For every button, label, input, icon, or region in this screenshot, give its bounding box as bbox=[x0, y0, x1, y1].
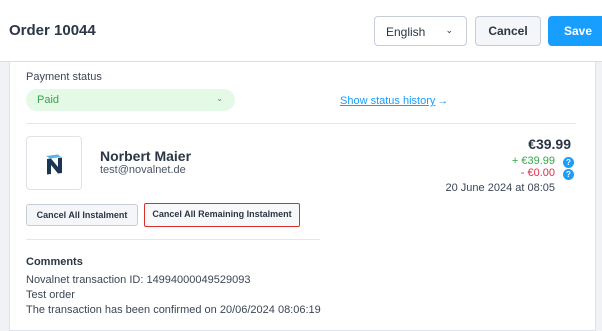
page-title: Order 10044 bbox=[9, 22, 96, 39]
divider bbox=[26, 123, 576, 124]
comment-line: Novalnet transaction ID: 149940000495290… bbox=[26, 274, 251, 286]
language-select[interactable]: English ⌄ bbox=[374, 16, 467, 46]
order-card: Payment status Paid ⌄ Show status histor… bbox=[9, 62, 596, 331]
customer-name: Norbert Maier bbox=[100, 148, 192, 164]
cancel-remaining-instalment-button[interactable]: Cancel All Remaining Instalment bbox=[144, 203, 300, 227]
amount-refunded: - €0.00 bbox=[520, 167, 555, 179]
payment-status-label: Payment status bbox=[26, 71, 102, 83]
payment-status-value: Paid bbox=[37, 94, 60, 106]
save-button[interactable]: Save bbox=[548, 16, 602, 46]
help-icon[interactable]: ? bbox=[563, 169, 574, 180]
chevron-down-icon: ⌄ bbox=[445, 25, 453, 35]
order-date: 20 June 2024 at 08:05 bbox=[445, 182, 555, 194]
chevron-down-icon: ⌄ bbox=[216, 94, 223, 103]
top-bar: Order 10044 English ⌄ Cancel Save bbox=[0, 0, 602, 62]
payment-status-select[interactable]: Paid ⌄ bbox=[26, 89, 235, 111]
order-total: €39.99 bbox=[528, 136, 571, 152]
language-select-value: English bbox=[386, 25, 426, 39]
novalnet-logo-icon bbox=[46, 154, 62, 175]
comments-heading: Comments bbox=[26, 256, 83, 268]
status-history-link-label: Show status history bbox=[340, 95, 436, 107]
divider bbox=[26, 239, 320, 240]
amount-paid: + €39.99 bbox=[511, 155, 555, 167]
arrow-right-icon: → bbox=[437, 95, 449, 107]
customer-avatar bbox=[26, 136, 82, 190]
cancel-button[interactable]: Cancel bbox=[475, 16, 541, 46]
comment-line: The transaction has been confirmed on 20… bbox=[26, 304, 321, 316]
status-history-link[interactable]: Show status history → bbox=[340, 95, 448, 107]
comment-line: Test order bbox=[26, 289, 75, 301]
customer-email: test@novalnet.de bbox=[100, 164, 186, 176]
help-icon[interactable]: ? bbox=[563, 157, 574, 168]
cancel-all-instalment-button[interactable]: Cancel All Instalment bbox=[26, 204, 138, 226]
